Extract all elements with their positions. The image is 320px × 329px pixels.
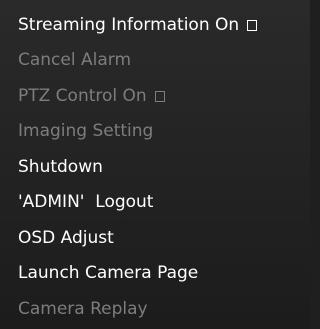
menu-item-label: Shutdown xyxy=(18,156,103,177)
menu-item-launch-camera-page[interactable]: Launch Camera Page xyxy=(0,256,310,292)
menu-item-label: Imaging Setting xyxy=(18,121,154,142)
menu-item-cancel-alarm: Cancel Alarm xyxy=(0,43,310,79)
menu-item-osd-adjust[interactable]: OSD Adjust xyxy=(0,220,310,256)
context-menu: Streaming Information On Cancel Alarm PT… xyxy=(0,0,310,329)
menu-item-label: Streaming Information On xyxy=(18,14,240,35)
menu-item-label: OSD Adjust xyxy=(18,227,114,248)
menu-item-label: 'ADMIN' Logout xyxy=(18,192,154,213)
menu-item-label: Cancel Alarm xyxy=(18,50,132,71)
menu-item-label: PTZ Control On xyxy=(18,85,147,106)
menu-item-admin-logout[interactable]: 'ADMIN' Logout xyxy=(0,185,310,221)
menu-item-label: Camera Replay xyxy=(18,298,148,319)
checkbox-icon xyxy=(154,91,165,103)
menu-item-ptz-control: PTZ Control On xyxy=(0,78,310,114)
checkbox-icon[interactable] xyxy=(247,20,258,32)
menu-item-label: Launch Camera Page xyxy=(18,263,199,284)
menu-item-camera-replay: Camera Replay xyxy=(0,291,310,327)
menu-item-streaming-information[interactable]: Streaming Information On xyxy=(0,7,310,43)
menu-item-imaging-setting: Imaging Setting xyxy=(0,114,310,150)
menu-item-shutdown[interactable]: Shutdown xyxy=(0,149,310,185)
